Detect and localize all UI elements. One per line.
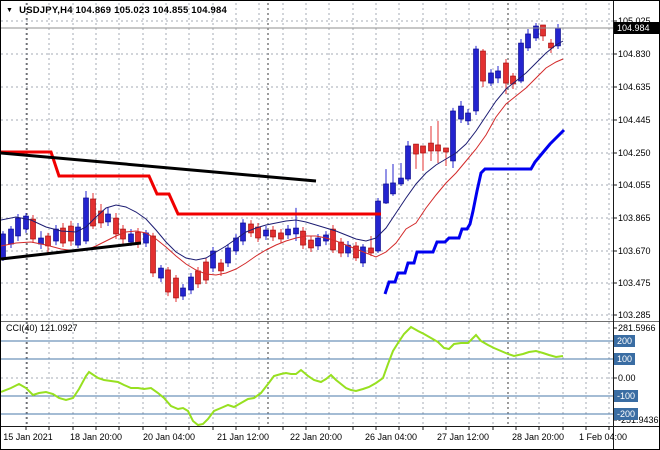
cci-level-badge[interactable]: -100 bbox=[614, 390, 639, 402]
candle-bull[interactable] bbox=[360, 246, 366, 264]
candle-bull[interactable] bbox=[53, 228, 59, 242]
candle-bull[interactable] bbox=[465, 112, 471, 122]
price-axis-label: 104.250 bbox=[618, 148, 651, 158]
candle-bear[interactable] bbox=[150, 235, 156, 274]
candle-bear[interactable] bbox=[353, 245, 359, 259]
candle-bear[interactable] bbox=[503, 62, 509, 84]
price-axis-label: 103.865 bbox=[618, 213, 651, 223]
candle-bull[interactable] bbox=[83, 197, 89, 242]
time-axis-label[interactable]: 21 Jan 12:00 bbox=[217, 432, 269, 442]
candle-bull[interactable] bbox=[225, 247, 231, 264]
candle-bear[interactable] bbox=[510, 75, 516, 85]
candle-bear[interactable] bbox=[480, 50, 486, 82]
candle-bull[interactable] bbox=[180, 287, 186, 297]
time-axis-label[interactable]: 22 Jan 20:00 bbox=[290, 432, 342, 442]
candle-bull[interactable] bbox=[405, 145, 411, 180]
time-axis-label[interactable]: 1 Feb 04:00 bbox=[579, 432, 627, 442]
symbol-ohlc-title: USDJPY,H4 104.869 105.023 104.855 104.98… bbox=[19, 4, 228, 16]
candle-bear[interactable] bbox=[270, 229, 276, 238]
candle-bear[interactable] bbox=[165, 269, 171, 293]
chart-window: ▼ USDJPY,H4 104.869 105.023 104.855 104.… bbox=[0, 0, 660, 450]
chart-title-bar: ▼ USDJPY,H4 104.869 105.023 104.855 104.… bbox=[6, 4, 227, 16]
candle-bear[interactable] bbox=[248, 223, 254, 234]
time-axis-label[interactable]: 18 Jan 20:00 bbox=[70, 432, 122, 442]
candle-bull[interactable] bbox=[375, 200, 381, 252]
candle-bear[interactable] bbox=[60, 227, 66, 244]
chart-canvas[interactable] bbox=[1, 1, 660, 450]
candle-bull[interactable] bbox=[240, 222, 246, 242]
candle-bear[interactable] bbox=[278, 232, 284, 240]
candle-bull[interactable] bbox=[473, 48, 479, 112]
candle-bear[interactable] bbox=[428, 142, 434, 152]
candle-bear[interactable] bbox=[413, 143, 419, 155]
candle-bull[interactable] bbox=[23, 215, 29, 230]
time-axis-label[interactable]: 26 Jan 04:00 bbox=[365, 432, 417, 442]
candle-bull[interactable] bbox=[398, 177, 404, 185]
candle-bear[interactable] bbox=[420, 145, 426, 154]
price-axis-label: 104.830 bbox=[618, 49, 651, 59]
price-axis-label: 104.635 bbox=[618, 82, 651, 92]
candle-bull[interactable] bbox=[128, 233, 134, 243]
candle-bull[interactable] bbox=[458, 105, 464, 120]
step-support-line[interactable] bbox=[383, 128, 566, 295]
candle-bull[interactable] bbox=[105, 213, 111, 223]
price-axis-label: 103.475 bbox=[618, 278, 651, 288]
cci-level-badge[interactable]: -200 bbox=[614, 408, 639, 420]
cci-zero-label: 0.00 bbox=[618, 373, 636, 383]
candle-bull[interactable] bbox=[285, 228, 291, 236]
indicator-label: CCI(40) 121.0927 bbox=[6, 323, 78, 333]
price-axis-label: 104.055 bbox=[618, 180, 651, 190]
candle-bull[interactable] bbox=[188, 276, 194, 291]
cci-indicator-line bbox=[1, 325, 564, 427]
candle-bull[interactable] bbox=[488, 72, 494, 84]
candle-bear[interactable] bbox=[368, 247, 374, 254]
candle-bear[interactable] bbox=[218, 262, 224, 272]
symbol-dropdown-icon[interactable]: ▼ bbox=[6, 7, 13, 14]
candle-bear[interactable] bbox=[113, 217, 119, 235]
candle-bear[interactable] bbox=[308, 239, 314, 249]
candle-bull[interactable] bbox=[525, 33, 531, 49]
time-axis-label[interactable]: 27 Jan 12:00 bbox=[437, 432, 489, 442]
candle-bull[interactable] bbox=[158, 267, 164, 279]
candle-bear[interactable] bbox=[435, 144, 441, 152]
candle-bear[interactable] bbox=[195, 270, 201, 285]
candle-bear[interactable] bbox=[300, 230, 306, 246]
current-price-badge[interactable]: 104.984 bbox=[614, 22, 659, 34]
candle-bear[interactable] bbox=[255, 226, 261, 239]
candle-bear[interactable] bbox=[173, 277, 179, 299]
time-axis-label[interactable]: 15 Jan 2021 bbox=[3, 432, 53, 442]
cci-level-badge[interactable]: 200 bbox=[614, 335, 636, 347]
candle-bull[interactable] bbox=[390, 182, 396, 195]
candle-bull[interactable] bbox=[8, 228, 14, 245]
time-axis-label[interactable]: 20 Jan 04:00 bbox=[143, 432, 195, 442]
candle-bear[interactable] bbox=[540, 24, 546, 37]
step-resistance-line[interactable] bbox=[1, 150, 381, 216]
cci-extreme-label: 281.5966 bbox=[618, 323, 656, 333]
candle-bull[interactable] bbox=[263, 229, 269, 237]
candle-bull[interactable] bbox=[315, 237, 321, 247]
candle-bear[interactable] bbox=[45, 235, 51, 247]
price-axis-label: 104.445 bbox=[618, 115, 651, 125]
price-axis-label: 103.285 bbox=[618, 310, 651, 320]
candle-bear[interactable] bbox=[443, 147, 449, 153]
trendline-descending[interactable] bbox=[1, 151, 317, 183]
time-axis-label[interactable]: 28 Jan 20:00 bbox=[512, 432, 564, 442]
candle-bear[interactable] bbox=[68, 225, 74, 242]
candle-bull[interactable] bbox=[15, 217, 21, 237]
cci-level-badge[interactable]: 100 bbox=[614, 353, 636, 365]
candle-bull[interactable] bbox=[495, 70, 501, 79]
candle-bear[interactable] bbox=[203, 261, 209, 281]
candle-bull[interactable] bbox=[383, 183, 389, 204]
candle-bull[interactable] bbox=[293, 227, 299, 235]
price-axis-label: 103.670 bbox=[618, 246, 651, 256]
